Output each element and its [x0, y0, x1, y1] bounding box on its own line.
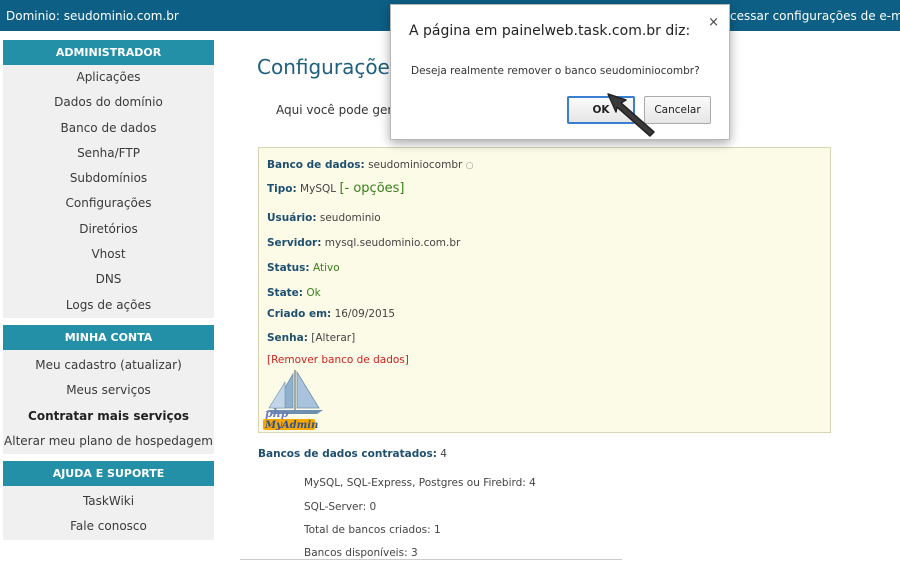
sidebar-item-dados-dominio[interactable]: Dados do domínio	[3, 90, 214, 115]
contracted-label: Bancos de dados contratados:	[258, 448, 437, 460]
pointer-arrow-icon	[607, 93, 655, 137]
db-state-label: State:	[267, 287, 304, 299]
sidebar-heading-support: AJUDA E SUPORTE	[3, 461, 214, 487]
stat-sqlserver: SQL-Server: 0	[304, 501, 377, 513]
db-password-row: Senha: [Alterar]	[267, 332, 355, 344]
db-state-row: State: Ok	[267, 287, 321, 299]
sidebar-item-subdominios[interactable]: Subdomínios	[3, 166, 214, 191]
db-type-row: Tipo: MySQL [- opções]	[267, 181, 405, 196]
sidebar-item-fale-conosco[interactable]: Fale conosco	[3, 514, 214, 539]
db-type-label: Tipo:	[267, 183, 297, 195]
stat-mysql: MySQL, SQL-Express, Postgres ou Firebird…	[304, 477, 536, 489]
copy-icon[interactable]: ○	[466, 161, 474, 171]
contracted-value: 4	[440, 448, 447, 460]
db-server-label: Servidor:	[267, 237, 322, 249]
sidebar-item-taskwiki[interactable]: TaskWiki	[3, 489, 214, 514]
sidebar-item-contratar[interactable]: Contratar mais serviços	[3, 404, 214, 429]
email-settings-link[interactable]: cessar configurações de e-mail	[730, 9, 900, 23]
pma-name-text: MyAdmin	[264, 420, 318, 430]
db-status-row: Status: Ativo	[267, 262, 340, 274]
change-password-link[interactable]: [Alterar]	[311, 332, 355, 344]
db-created-row: Criado em: 16/09/2015	[267, 308, 395, 320]
database-info-panel: Banco de dados: seudominiocombr ○ Tipo: …	[258, 147, 831, 433]
domain-label: Dominio: seudominio.com.br	[6, 9, 179, 23]
remove-database-link[interactable]: [Remover banco de dados]	[267, 354, 409, 366]
stat-available: Bancos disponíveis: 3	[304, 547, 418, 559]
db-password-label: Senha:	[267, 332, 308, 344]
sidebar-item-aplicacoes[interactable]: Aplicações	[3, 65, 214, 90]
db-created-value: 16/09/2015	[334, 308, 396, 320]
db-state-value: Ok	[306, 287, 321, 299]
db-server-value: mysql.seudominio.com.br	[324, 237, 461, 249]
sidebar-heading-account: MINHA CONTA	[3, 324, 214, 350]
close-icon[interactable]: ×	[708, 15, 719, 30]
sidebar-item-meu-cadastro[interactable]: Meu cadastro (atualizar)	[3, 353, 214, 378]
db-status-label: Status:	[267, 262, 310, 274]
sidebar-item-configuracoes[interactable]: Configurações	[3, 191, 214, 216]
db-name-label: Banco de dados:	[267, 159, 365, 171]
sidebar-item-logs[interactable]: Logs de ações	[3, 293, 214, 318]
db-user-value: seudominio	[319, 212, 381, 224]
dialog-message: Deseja realmente remover o banco seudomi…	[411, 65, 700, 77]
sidebar-item-senha-ftp[interactable]: Senha/FTP	[3, 141, 214, 166]
sidebar: ADMINISTRADOR Aplicações Dados do domíni…	[3, 40, 214, 540]
options-link[interactable]: [- opções]	[339, 181, 404, 196]
confirm-dialog: A página em painelweb.task.com.br diz: ×…	[390, 4, 730, 140]
db-user-label: Usuário:	[267, 212, 317, 224]
sidebar-item-dns[interactable]: DNS	[3, 267, 214, 292]
contracted-databases: Bancos de dados contratados: 4	[258, 448, 447, 460]
db-name-value: seudominiocombr	[368, 159, 463, 171]
remove-db-row: [Remover banco de dados]	[267, 354, 409, 366]
sidebar-item-diretorios[interactable]: Diretórios	[3, 217, 214, 242]
db-user-row: Usuário: seudominio	[267, 212, 381, 224]
db-server-row: Servidor: mysql.seudominio.com.br	[267, 237, 460, 249]
admin-menu: Aplicações Dados do domínio Banco de dad…	[3, 65, 214, 318]
sidebar-item-banco-dados[interactable]: Banco de dados	[3, 116, 214, 141]
sidebar-item-meus-servicos[interactable]: Meus serviços	[3, 378, 214, 403]
intro-text: Aqui você pode gerer	[276, 103, 405, 117]
sidebar-item-alterar-plano[interactable]: Alterar meu plano de hospedagem	[3, 429, 214, 454]
account-menu: Meu cadastro (atualizar) Meus serviços C…	[3, 349, 214, 455]
db-name-row: Banco de dados: seudominiocombr ○	[267, 159, 474, 171]
phpmyadmin-logo[interactable]: php MyAdmin	[263, 370, 337, 430]
sidebar-item-vhost[interactable]: Vhost	[3, 242, 214, 267]
db-created-label: Criado em:	[267, 308, 332, 320]
support-menu: TaskWiki Fale conosco	[3, 486, 214, 540]
db-status-value: Ativo	[312, 262, 340, 274]
sidebar-heading-admin: ADMINISTRADOR	[3, 40, 214, 65]
db-type-value: MySQL	[300, 183, 337, 195]
pma-php-text: php	[265, 407, 289, 420]
dialog-title: A página em painelweb.task.com.br diz:	[409, 23, 691, 39]
stat-total-created: Total de bancos criados: 1	[304, 524, 441, 536]
